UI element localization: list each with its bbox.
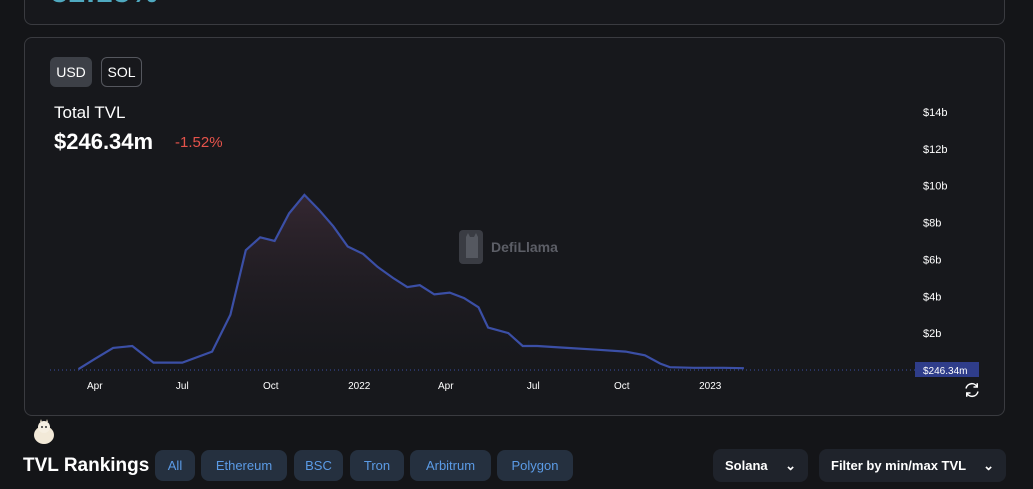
summary-card: 32.13%	[24, 0, 1005, 25]
current-value-label: $246.34m	[923, 366, 967, 377]
x-tick-label: Apr	[438, 381, 454, 392]
y-tick-label: $10b	[923, 181, 947, 193]
x-tick-label: Jul	[527, 381, 540, 392]
y-tick-label: $8b	[923, 218, 941, 230]
tvl-filter-label: Filter by min/max TVL	[831, 458, 967, 473]
chip-all[interactable]: All	[155, 450, 195, 481]
y-tick-label: $4b	[923, 291, 941, 303]
reset-zoom-icon[interactable]	[963, 381, 981, 399]
x-tick-label: Jul	[176, 381, 189, 392]
x-tick-label: Oct	[614, 381, 630, 392]
y-tick-label: $12b	[923, 144, 947, 156]
chevron-down-icon: ⌄	[983, 458, 994, 473]
chevron-down-icon: ⌄	[785, 458, 796, 473]
chain-select-label: Solana	[725, 458, 768, 473]
tvl-chart-card: USD SOL Total TVL $246.34m -1.52% DefiLl…	[24, 37, 1005, 416]
x-tick-label: Oct	[263, 381, 279, 392]
tvl-area-chart[interactable]: $14b $12b $10b $8b $6b $4b $2b Apr Jul Oct 2022 Ap…	[25, 38, 1006, 417]
tvl-filter-button[interactable]: Filter by min/max TVL ⌄	[819, 449, 1006, 482]
y-tick-label: $14b	[923, 107, 947, 119]
summary-value: 32.13%	[51, 0, 159, 10]
chip-arbitrum[interactable]: Arbitrum	[410, 450, 491, 481]
chip-polygon[interactable]: Polygon	[497, 450, 573, 481]
y-tick-label: $2b	[923, 328, 941, 340]
chip-ethereum[interactable]: Ethereum	[201, 450, 287, 481]
chain-select[interactable]: Solana ⌄	[713, 449, 808, 482]
x-tick-label: 2022	[348, 381, 371, 392]
tvl-rankings-title: TVL Rankings	[23, 455, 150, 476]
llama-mascot-icon	[34, 419, 54, 444]
tvl-area-fill	[78, 194, 744, 370]
chip-bsc[interactable]: BSC	[294, 450, 343, 481]
x-tick-label: Apr	[87, 381, 103, 392]
chip-tron[interactable]: Tron	[350, 450, 404, 481]
x-tick-label: 2023	[699, 381, 722, 392]
y-tick-label: $6b	[923, 254, 941, 266]
